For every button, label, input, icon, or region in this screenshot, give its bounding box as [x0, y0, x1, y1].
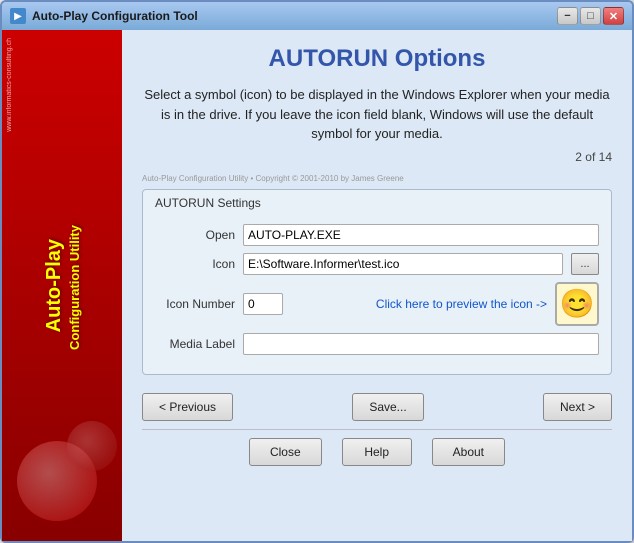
- sidebar-text-container: Auto-Play Configuration Utility: [43, 40, 82, 531]
- media-label-row: Media Label: [155, 333, 599, 355]
- minimize-button[interactable]: −: [557, 7, 578, 25]
- icon-number-input[interactable]: [243, 293, 283, 315]
- open-row: Open: [155, 224, 599, 246]
- page-counter: 2 of 14: [142, 150, 612, 164]
- icon-row: Icon ...: [155, 253, 599, 275]
- window-title: Auto-Play Configuration Tool: [32, 9, 198, 23]
- sidebar-subtitle: Configuration Utility: [67, 225, 82, 350]
- icon-preview[interactable]: 😊: [555, 282, 599, 326]
- close-button[interactable]: Close: [249, 438, 322, 466]
- icon-label: Icon: [155, 257, 235, 271]
- icon-number-row: Icon Number Click here to preview the ic…: [155, 282, 599, 326]
- icon-number-label: Icon Number: [155, 297, 235, 311]
- main-window: ▶ Auto-Play Configuration Tool − □ ✕ www…: [0, 0, 634, 543]
- title-bar-buttons: − □ ✕: [557, 7, 624, 25]
- save-button[interactable]: Save...: [352, 393, 423, 421]
- icon-input[interactable]: [243, 253, 563, 275]
- close-window-button[interactable]: ✕: [603, 7, 624, 25]
- settings-group-title: AUTORUN Settings: [155, 196, 599, 210]
- main-panel: AUTORUN Options Select a symbol (icon) t…: [122, 30, 632, 541]
- settings-group: AUTORUN Settings Open Icon ... Icon Numb…: [142, 189, 612, 375]
- sidebar-copyright: www.informatics-consulting.ch: [6, 38, 13, 132]
- help-button[interactable]: Help: [342, 438, 412, 466]
- open-input[interactable]: [243, 224, 599, 246]
- content-area: www.informatics-consulting.ch Auto-Play …: [2, 30, 632, 541]
- page-title: AUTORUN Options: [142, 45, 612, 73]
- title-bar: ▶ Auto-Play Configuration Tool − □ ✕: [2, 2, 632, 30]
- maximize-button[interactable]: □: [580, 7, 601, 25]
- browse-button[interactable]: ...: [571, 253, 599, 275]
- sidebar-title: Auto-Play: [43, 239, 65, 332]
- footer-row: Close Help About: [142, 429, 612, 466]
- previous-button[interactable]: < Previous: [142, 393, 233, 421]
- preview-icon-link[interactable]: Click here to preview the icon ->: [291, 297, 547, 311]
- next-button[interactable]: Next >: [543, 393, 612, 421]
- media-label-input[interactable]: [243, 333, 599, 355]
- page-description: Select a symbol (icon) to be displayed i…: [142, 85, 612, 144]
- media-label-label: Media Label: [155, 337, 235, 351]
- open-label: Open: [155, 228, 235, 242]
- nav-row: < Previous Save... Next >: [142, 393, 612, 421]
- title-bar-left: ▶ Auto-Play Configuration Tool: [10, 8, 198, 24]
- sidebar: www.informatics-consulting.ch Auto-Play …: [2, 30, 122, 541]
- copyright-note: Auto-Play Configuration Utility • Copyri…: [142, 174, 612, 183]
- about-button[interactable]: About: [432, 438, 505, 466]
- app-icon: ▶: [10, 8, 26, 24]
